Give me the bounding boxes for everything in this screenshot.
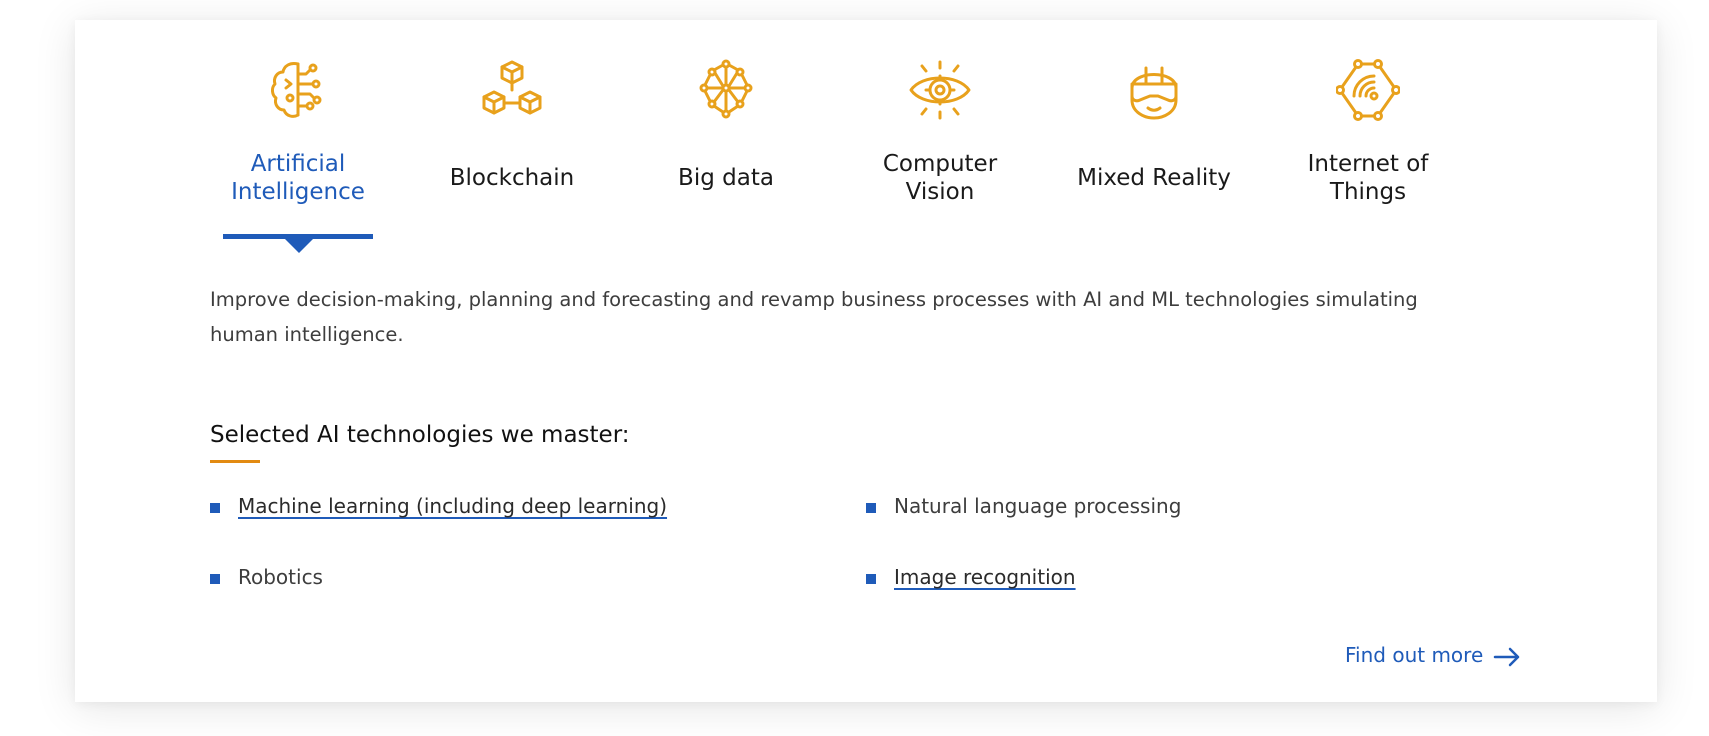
tab-internet-of-things[interactable]: Internet of Things (1288, 58, 1448, 258)
section-title-accent (210, 460, 260, 463)
tab-computer-vision[interactable]: Computer Vision (860, 58, 1020, 258)
section-title: Selected AI technologies we master: (210, 422, 630, 448)
tab-description: Improve decision-making, planning and fo… (210, 288, 1418, 346)
find-out-more-link[interactable]: Find out more (1345, 640, 1521, 670)
brain-circuit-icon (266, 58, 330, 122)
tab-label: Big data (678, 165, 774, 191)
square-bullet-icon (210, 503, 220, 513)
cubes-network-icon (480, 58, 544, 122)
tab-label: Artificial Intelligence (231, 151, 365, 205)
tab-label: Internet of Things (1307, 151, 1429, 205)
square-bullet-icon (866, 503, 876, 513)
tab-mixed-reality[interactable]: Mixed Reality (1074, 58, 1234, 258)
image-recognition-link[interactable]: Image recognition (894, 563, 1076, 591)
data-network-icon (694, 58, 758, 122)
tab-label: Computer Vision (882, 151, 998, 205)
find-out-more-label: Find out more (1345, 643, 1484, 667)
active-tab-pointer (284, 238, 314, 253)
vr-headset-icon (1122, 58, 1186, 122)
tab-blockchain[interactable]: Blockchain (432, 58, 592, 258)
machine-learning-link[interactable]: Machine learning (including deep learnin… (238, 492, 667, 520)
arrow-right-icon (1494, 647, 1520, 666)
square-bullet-icon (866, 574, 876, 584)
robotics-label: Robotics (238, 565, 323, 589)
square-bullet-icon (210, 574, 220, 584)
iot-hexagon-icon (1336, 58, 1400, 122)
tab-label: Mixed Reality (1077, 165, 1231, 191)
tab-label: Blockchain (449, 165, 575, 191)
eye-target-icon (908, 58, 972, 122)
tab-artificial-intelligence[interactable]: Artificial Intelligence (218, 58, 378, 258)
technology-card: Artificial Intelligence Blockchain Big d… (75, 20, 1657, 702)
technology-tabs: Artificial Intelligence Blockchain Big d… (75, 20, 1657, 260)
nlp-label: Natural language processing (894, 494, 1182, 518)
tab-big-data[interactable]: Big data (646, 58, 806, 258)
